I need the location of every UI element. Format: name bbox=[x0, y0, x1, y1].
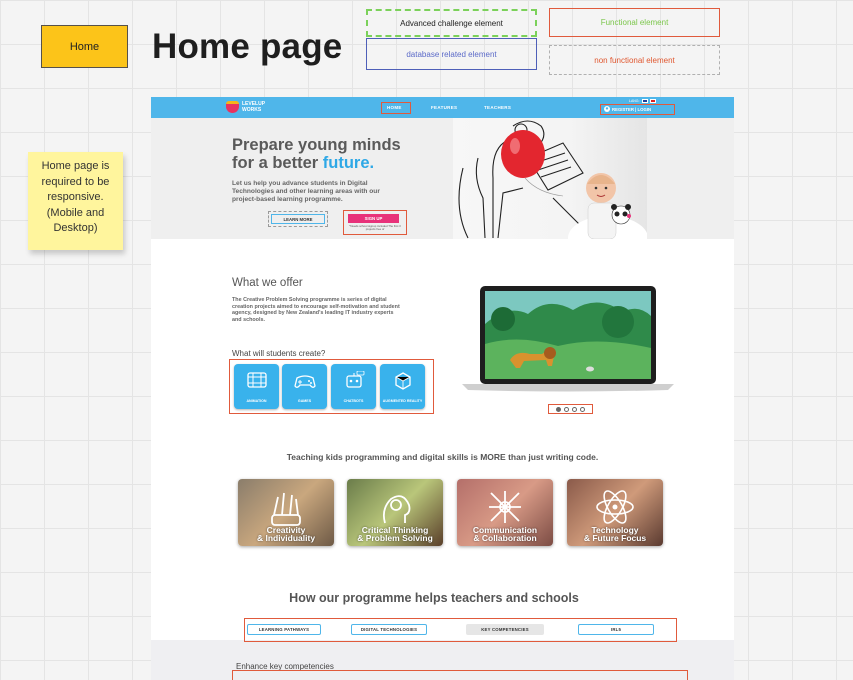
nav-home-link[interactable]: HOME bbox=[387, 105, 402, 110]
register-label: REGISTER | LOGIN bbox=[612, 106, 652, 112]
card-critical-line2: & Problem Solving bbox=[357, 533, 433, 543]
language-selector[interactable]: LANG: bbox=[629, 99, 656, 103]
logo-line2: WORKS bbox=[242, 107, 262, 113]
carousel-dot-1[interactable] bbox=[556, 406, 561, 412]
hero-title-highlight: future. bbox=[322, 154, 375, 172]
tile-ar-label: AUGMENTED REALITY bbox=[382, 399, 423, 403]
legend-non-functional: non functional element bbox=[549, 45, 720, 75]
card-critical-thinking[interactable]: Critical Thinking & Problem Solving bbox=[347, 479, 443, 546]
tagline: Teaching kids programming and digital sk… bbox=[286, 452, 599, 462]
film-icon bbox=[246, 372, 267, 388]
flag-nz-icon[interactable] bbox=[641, 99, 648, 103]
enhance-functional-frame bbox=[232, 670, 688, 680]
tab-learning-pathways[interactable]: LEARNING PATHWAYS bbox=[247, 624, 321, 635]
carousel-dot-2[interactable] bbox=[564, 406, 569, 412]
legend-advanced-challenge: Advanced challenge element bbox=[366, 9, 537, 37]
tile-games-label: GAMES bbox=[297, 399, 312, 403]
legend-database: database related element bbox=[366, 38, 537, 70]
nav-teachers-link[interactable]: TEACHERS bbox=[484, 105, 511, 110]
gamepad-icon bbox=[293, 375, 316, 388]
what-we-offer-description: The Creative Problem Solving programme i… bbox=[232, 297, 400, 323]
tile-chatbots[interactable]: CHATBOTS bbox=[331, 364, 376, 409]
carousel-dot-3[interactable] bbox=[572, 406, 577, 412]
register-login-link[interactable]: REGISTER | LOGIN bbox=[604, 106, 651, 112]
user-icon bbox=[604, 106, 610, 112]
hero-title-line2: for a better bbox=[232, 154, 319, 172]
card-communication[interactable]: Communication & Collaboration bbox=[457, 479, 553, 546]
lang-label: LANG: bbox=[629, 99, 640, 103]
laptop-carousel[interactable] bbox=[458, 284, 678, 392]
ar-icon bbox=[394, 372, 411, 390]
chatbot-icon bbox=[345, 371, 364, 388]
learn-more-button[interactable]: LEARN MORE bbox=[268, 211, 328, 227]
tile-animation-label: ANIMATION bbox=[246, 399, 267, 403]
card-technology-line2: & Future Focus bbox=[583, 533, 647, 543]
hero-title: Prepare young minds for a better future. bbox=[232, 136, 401, 172]
students-create-heading: What will students create? bbox=[232, 349, 326, 358]
card-communication-line2: & Collaboration bbox=[473, 533, 537, 543]
hero-title-line1: Prepare young minds bbox=[232, 136, 401, 154]
card-technology[interactable]: Technology & Future Focus bbox=[567, 479, 663, 546]
home-sticky-note[interactable]: Home bbox=[41, 25, 128, 68]
tile-animation[interactable]: ANIMATION bbox=[234, 364, 279, 409]
card-creativity-line2: & Individuality bbox=[256, 533, 316, 543]
mockup-navbar: LEVELUP WORKS HOME FEATURES TEACHERS LAN… bbox=[151, 97, 734, 118]
child-with-balloon-illustration bbox=[458, 120, 648, 260]
laptop-scene-image bbox=[462, 286, 674, 392]
carousel-dots[interactable] bbox=[548, 404, 593, 414]
tab-irl5[interactable]: IRL5 bbox=[578, 624, 654, 635]
tile-augmented-reality[interactable]: AUGMENTED REALITY bbox=[380, 364, 425, 409]
carousel-dot-4[interactable] bbox=[580, 406, 585, 412]
flag-maori-icon[interactable] bbox=[649, 99, 656, 103]
how-programme-helps-heading: How our programme helps teachers and sch… bbox=[289, 591, 579, 605]
sign-up-button[interactable]: SIGN UP bbox=[348, 214, 399, 223]
legend-functional: Functional element bbox=[549, 8, 720, 37]
logo-mark-icon bbox=[226, 101, 239, 113]
card-creativity[interactable]: Creativity & Individuality bbox=[238, 479, 334, 546]
page-title: Home page bbox=[152, 27, 343, 66]
responsive-note: Home page is required to be responsive. … bbox=[28, 152, 123, 250]
hero-description: Let us help you advance students in Digi… bbox=[232, 180, 380, 203]
tile-chatbots-label: CHATBOTS bbox=[343, 399, 364, 403]
nav-features-link[interactable]: FEATURES bbox=[431, 105, 457, 110]
homepage-mockup: LEVELUP WORKS HOME FEATURES TEACHERS LAN… bbox=[151, 97, 734, 680]
what-we-offer-heading: What we offer bbox=[232, 277, 303, 289]
hero-section: Prepare young minds for a better future.… bbox=[151, 118, 734, 260]
hero-image bbox=[453, 118, 648, 260]
tab-digital-technologies[interactable]: DIGITAL TECHNOLOGIES bbox=[351, 624, 427, 635]
tile-games[interactable]: GAMES bbox=[282, 364, 327, 409]
tab-key-competencies[interactable]: KEY COMPETENCIES bbox=[466, 624, 544, 635]
sign-up-note: *Needs school signup included The first … bbox=[349, 224, 401, 232]
levelup-logo[interactable]: LEVELUP WORKS bbox=[226, 101, 265, 113]
